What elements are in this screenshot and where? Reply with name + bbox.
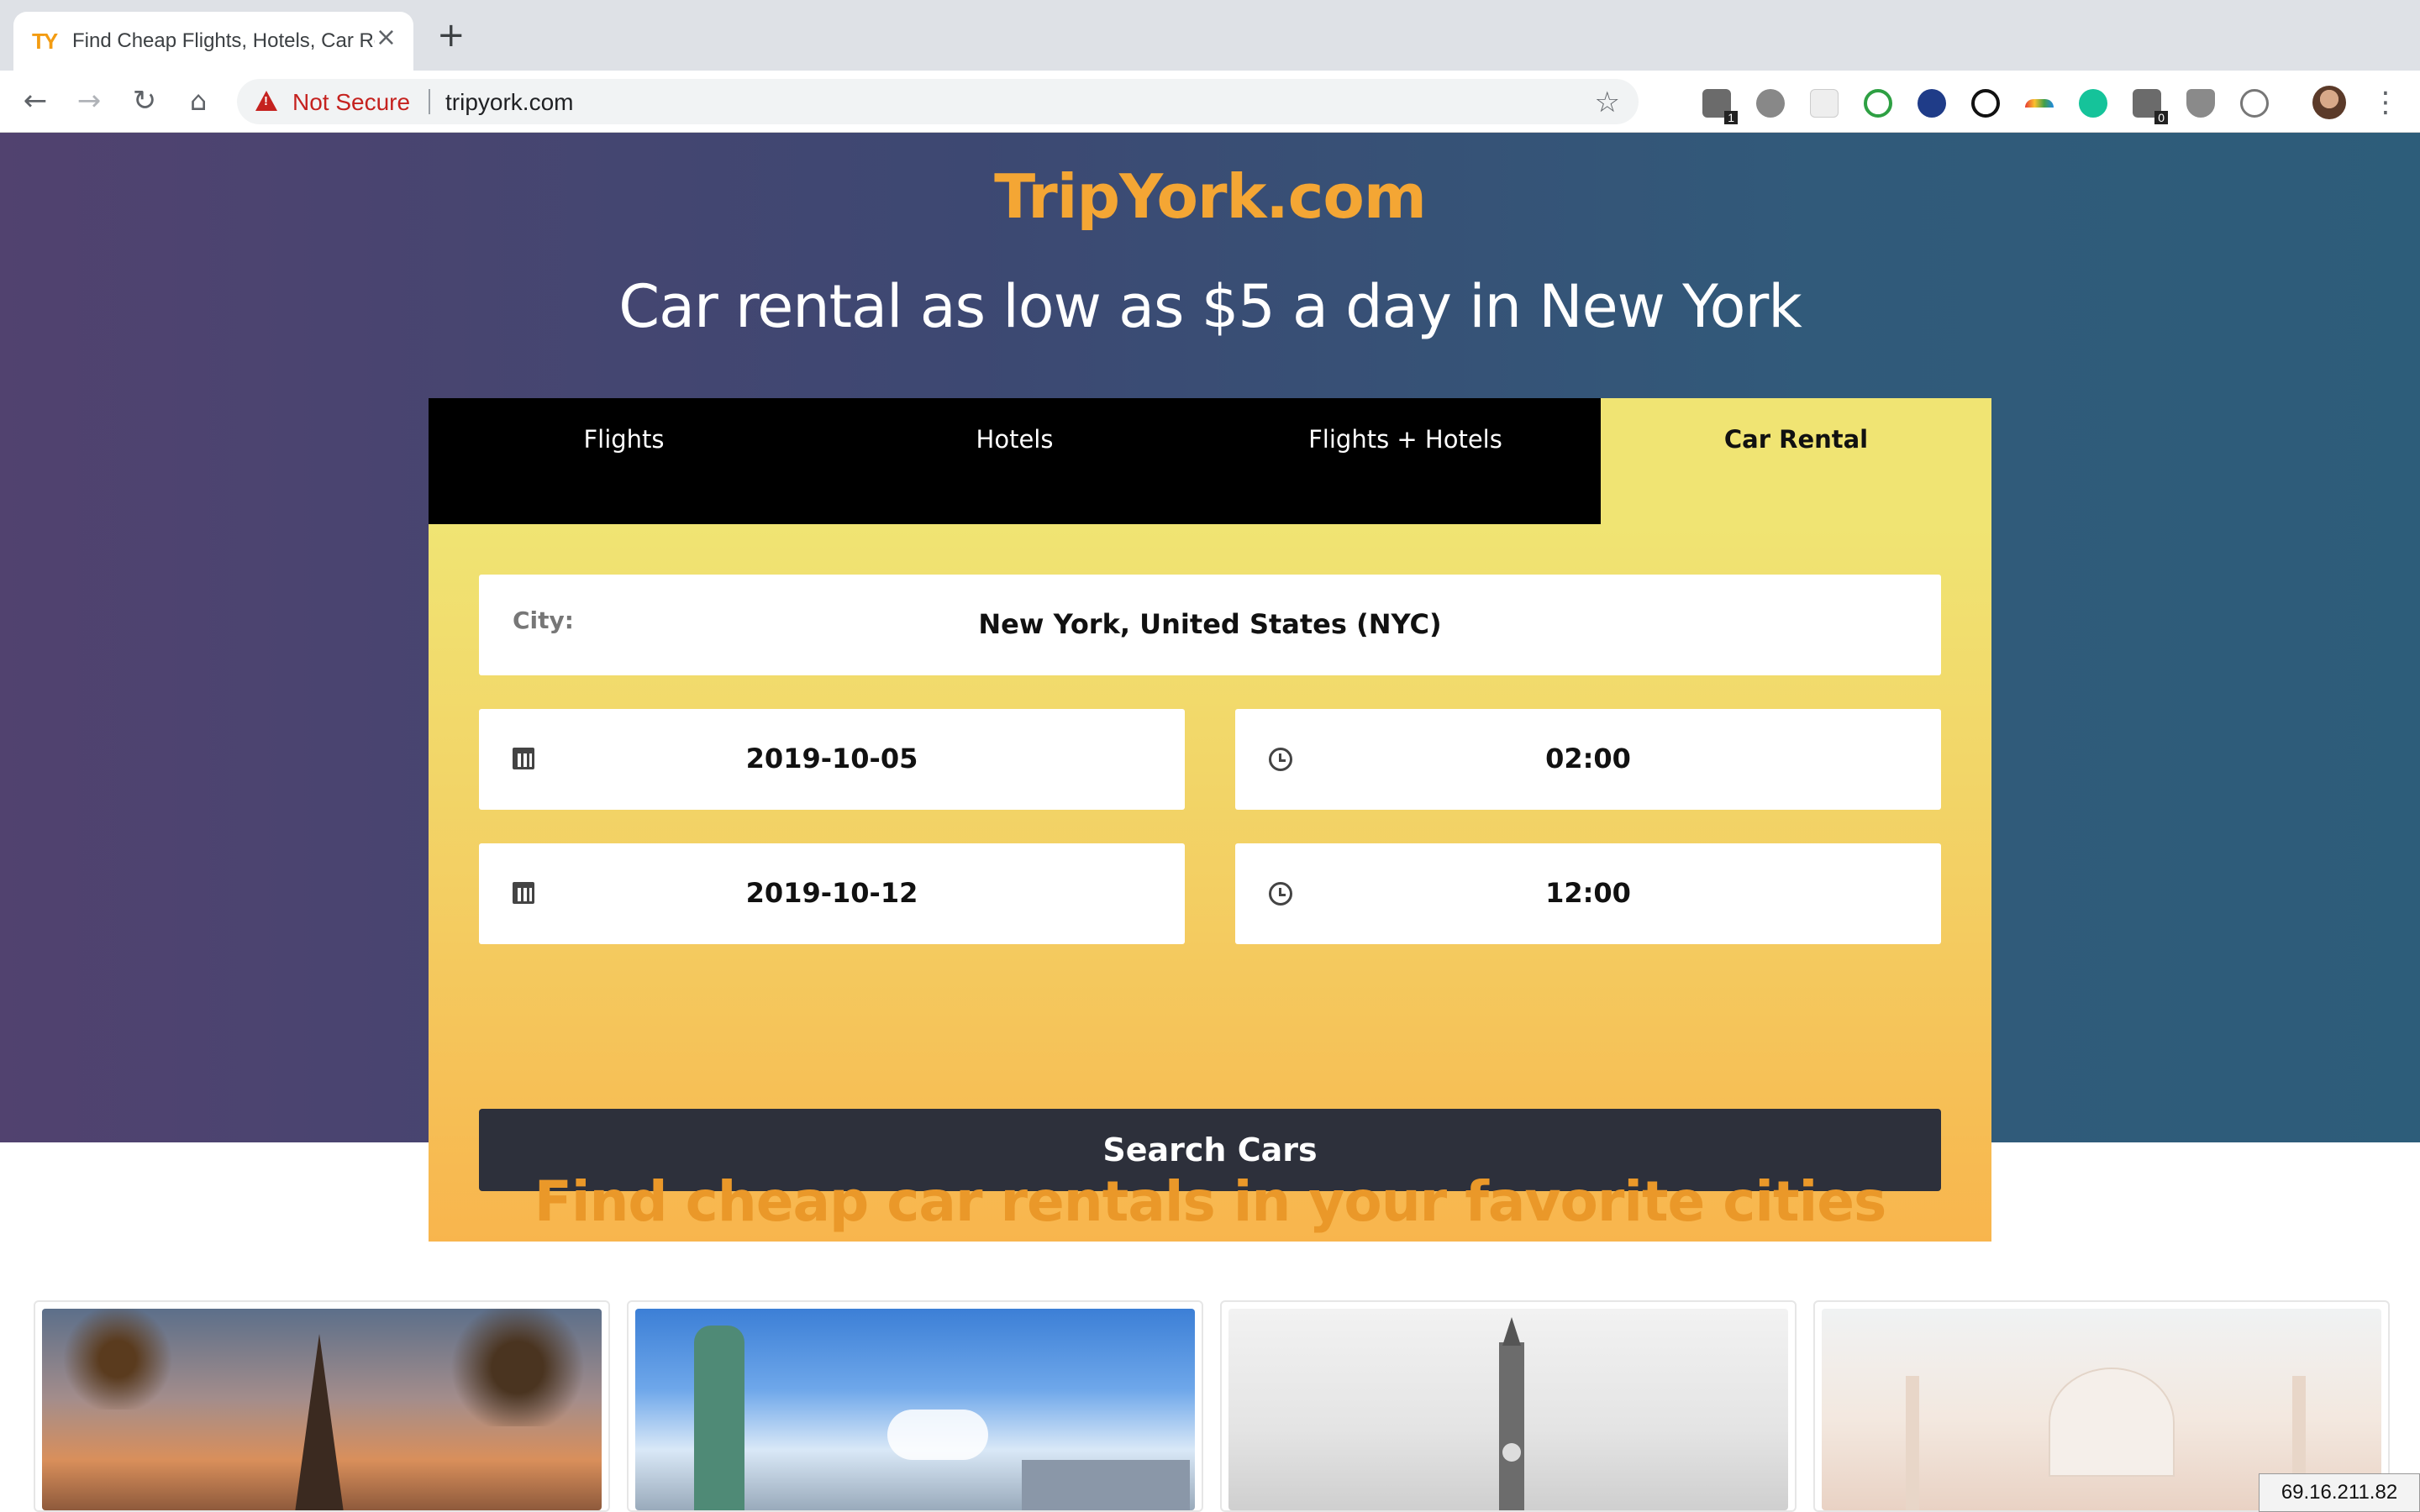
extension-icon[interactable]: [1756, 89, 1785, 118]
address-bar[interactable]: Not Secure tripyork.com ☆: [237, 79, 1639, 124]
extension-icon[interactable]: [1810, 89, 1839, 118]
tripyork-favicon-icon: TY: [32, 29, 58, 54]
reload-icon[interactable]: ↻: [128, 84, 161, 118]
forward-arrow-icon[interactable]: →: [72, 84, 106, 118]
ip-extension-icon[interactable]: [1918, 89, 1946, 118]
site-logo[interactable]: TripYork.com: [0, 161, 2420, 232]
pickup-time-value[interactable]: 02:00: [1235, 743, 1941, 774]
browser-tabstrip: TY Find Cheap Flights, Hotels, Car Renta…: [0, 0, 2420, 71]
browser-toolbar: ← → ↻ ⌂ Not Secure tripyork.com ☆ 1 0 ⋮: [0, 71, 2420, 133]
pickup-time-field[interactable]: 02:00: [1235, 709, 1941, 810]
search-tabs: Flights Hotels Flights + Hotels Car Rent…: [429, 398, 1991, 524]
tab-flights[interactable]: Flights: [429, 398, 819, 524]
new-york-statue-of-liberty-image: [635, 1309, 1195, 1510]
shield-extension-icon[interactable]: [2186, 89, 2215, 118]
tab-title: Find Cheap Flights, Hotels, Car Rentals: [72, 29, 375, 52]
tab-car-rental[interactable]: Car Rental: [1601, 398, 1991, 524]
bookmark-star-icon[interactable]: ☆: [1595, 86, 1620, 119]
london-big-ben-image: [1228, 1309, 1788, 1510]
city-card-paris[interactable]: [34, 1300, 610, 1512]
hero-section: TripYork.com Car rental as low as $5 a d…: [0, 133, 2420, 1242]
extension-icon[interactable]: 0: [2133, 89, 2168, 124]
tab-hotels[interactable]: Hotels: [819, 398, 1210, 524]
ip-address-overlay: 69.16.211.82: [2259, 1473, 2420, 1512]
browser-tab[interactable]: TY Find Cheap Flights, Hotels, Car Renta…: [13, 12, 413, 71]
browser-menu-icon[interactable]: ⋮: [2371, 86, 2400, 119]
extension-icon[interactable]: [2240, 89, 2269, 118]
extension-badge: 1: [1724, 111, 1738, 124]
city-card-new-york[interactable]: [627, 1300, 1203, 1512]
dropoff-date-value[interactable]: 2019-10-12: [479, 877, 1185, 909]
omnibox-divider: [429, 89, 430, 114]
dropoff-date-field[interactable]: 2019-10-12: [479, 843, 1185, 944]
hero-headline: Car rental as low as $5 a day in New Yor…: [618, 272, 1802, 341]
close-tab-icon[interactable]: ×: [376, 25, 397, 50]
extension-badge: 0: [2154, 111, 2168, 124]
city-field[interactable]: City: New York, United States (NYC): [479, 575, 1941, 675]
pickup-date-field[interactable]: 2019-10-05: [479, 709, 1185, 810]
city-card-london[interactable]: [1220, 1300, 1797, 1512]
timer-extension-icon[interactable]: [1971, 89, 2000, 118]
pickup-date-value[interactable]: 2019-10-05: [479, 743, 1185, 774]
security-indicator[interactable]: Not Secure: [292, 89, 410, 116]
tab-flights-hotels[interactable]: Flights + Hotels: [1210, 398, 1601, 524]
city-value[interactable]: New York, United States (NYC): [479, 608, 1941, 640]
dropoff-time-value[interactable]: 12:00: [1235, 877, 1941, 909]
grammarly-icon[interactable]: [2079, 89, 2107, 118]
warning-icon: [255, 91, 277, 111]
url-text[interactable]: tripyork.com: [445, 89, 573, 116]
cities-section-title: Find cheap car rentals in your favorite …: [534, 1169, 1887, 1234]
home-icon[interactable]: ⌂: [182, 84, 215, 118]
rainbow-extension-icon[interactable]: [2025, 99, 2054, 108]
new-tab-button[interactable]: +: [437, 18, 466, 52]
paris-eiffel-tower-image: [42, 1309, 602, 1510]
car-rental-form: City: New York, United States (NYC) 2019…: [429, 524, 1991, 1242]
dropoff-time-field[interactable]: 12:00: [1235, 843, 1941, 944]
check-extension-icon[interactable]: [1864, 89, 1892, 118]
back-arrow-icon[interactable]: ←: [18, 84, 52, 118]
extension-icon[interactable]: 1: [1702, 89, 1738, 124]
profile-avatar[interactable]: [2312, 86, 2346, 119]
